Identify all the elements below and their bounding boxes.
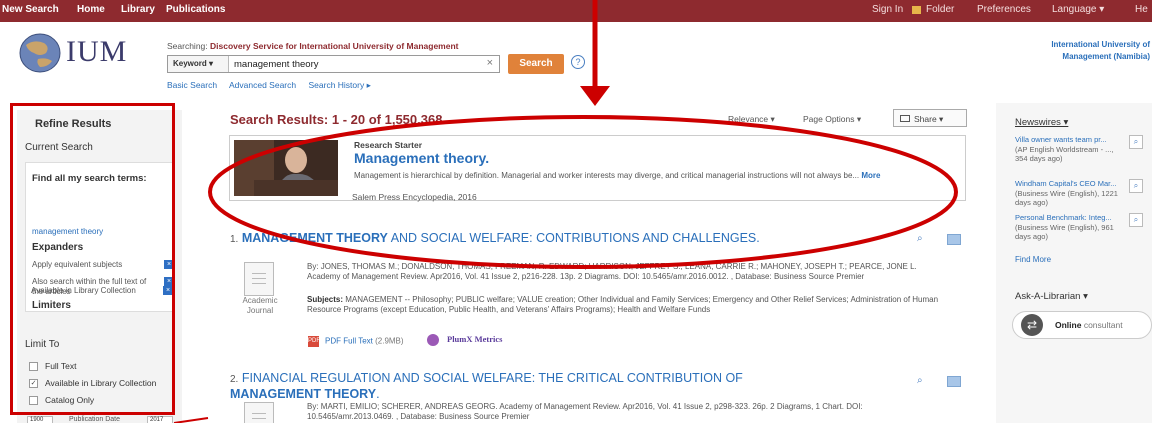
online-consultant-widget[interactable]: ⇄ Online consultant <box>1012 311 1152 339</box>
ium-logo[interactable]: IUM <box>18 31 150 75</box>
share-label: Share ▾ <box>914 114 944 124</box>
subjects-label: Subjects: <box>307 295 344 304</box>
search-input[interactable]: management theory <box>234 59 319 70</box>
publication-type-label: Academic Journal <box>242 296 278 315</box>
nav-language[interactable]: Language ▾ <box>1052 4 1104 15</box>
nav-folder[interactable]: Folder <box>926 4 954 15</box>
nav-home[interactable]: Home <box>77 4 105 15</box>
nav-library[interactable]: Library <box>121 4 155 15</box>
nav-new-search[interactable]: New Search <box>2 4 59 15</box>
result-number: 1. <box>230 234 239 245</box>
preview-icon[interactable]: ⌕ <box>1129 135 1143 149</box>
folder-icon <box>912 6 921 14</box>
news-item-meta: (AP English Worldstream - ..., 354 days … <box>1015 144 1114 164</box>
ask-a-librarian-heading[interactable]: Ask-A-Librarian ▾ <box>1015 291 1088 302</box>
nav-sign-in[interactable]: Sign In <box>872 4 903 15</box>
top-navigation-bar: New Search Home Library Publications Sig… <box>0 0 1152 22</box>
pdf-size: (2.9MB) <box>375 336 404 346</box>
research-starter-description: Management is hierarchical by definition… <box>354 170 954 181</box>
research-starter-label: Research Starter <box>354 140 423 150</box>
search-target[interactable]: Discovery Service for International Univ… <box>210 41 458 51</box>
preview-icon[interactable]: ⌕ <box>1129 213 1143 227</box>
subjects-text: MANAGEMENT -- Philosophy; PUBLIC welfare… <box>307 295 939 314</box>
preview-icon[interactable]: ⌕ <box>1129 179 1143 193</box>
starter-description-text: Management is hierarchical by definition… <box>354 171 860 180</box>
year-from-input[interactable]: 1900 <box>27 416 53 423</box>
result-title-text: AND SOCIAL WELFARE: CONTRIBUTIONS AND CH… <box>387 231 760 245</box>
find-more-link[interactable]: Find More <box>1015 255 1051 264</box>
news-item: Personal Benchmark: Integ... (Business W… <box>1015 213 1120 242</box>
document-thumbnail-icon[interactable] <box>244 402 274 423</box>
pdf-icon: PDF <box>308 336 320 347</box>
plumx-metrics-link[interactable]: PlumX Metrics <box>427 334 503 347</box>
help-icon[interactable]: ? <box>571 55 585 69</box>
search-sublinks: Basic Search Advanced Search Search Hist… <box>167 80 381 91</box>
publication-date-label: Publication Date <box>69 416 120 423</box>
relevance-sort[interactable]: Relevance ▾ <box>728 114 775 125</box>
year-to-input[interactable]: 2017 <box>147 416 173 423</box>
newswires-heading[interactable]: Newswires ▾ <box>1015 117 1068 128</box>
publication-date-row: 1900 Publication Date 2017 <box>27 416 177 423</box>
institution-line-2: Management (Namibia) <box>1062 52 1150 61</box>
research-starter-photo[interactable] <box>234 140 338 196</box>
logo-text: IUM <box>66 35 128 68</box>
research-starter-source: Salem Press Encyclopedia, 2016 <box>352 192 477 202</box>
result-title-highlight: MANAGEMENT THEORY <box>230 387 377 401</box>
searching-line: Searching: Discovery Service for Interna… <box>167 41 458 51</box>
online-label: Online <box>1055 320 1082 330</box>
add-to-folder-icon[interactable] <box>947 234 961 245</box>
share-button[interactable]: Share ▾ <box>893 109 967 127</box>
news-item-meta: (Business Wire (English), 961 days ago) <box>1015 222 1114 242</box>
result-title-1[interactable]: 1. MANAGEMENT THEORY AND SOCIAL WELFARE:… <box>230 231 810 247</box>
searching-label: Searching: <box>167 41 208 51</box>
basic-search-link[interactable]: Basic Search <box>167 80 217 90</box>
plumx-icon <box>427 334 439 347</box>
plumx-label: PlumX Metrics <box>447 334 503 344</box>
search-button[interactable]: Search <box>508 54 564 74</box>
search-history-link[interactable]: Search History ▸ <box>308 80 370 90</box>
news-item-title[interactable]: Windham Capital's CEO Mar... <box>1015 179 1116 188</box>
document-thumbnail-icon[interactable] <box>244 262 274 296</box>
search-field-select[interactable]: Keyword ▾ <box>168 56 229 72</box>
nav-preferences[interactable]: Preferences <box>977 4 1031 15</box>
result-byline: By: JONES, THOMAS M.; DONALDSON, THOMAS;… <box>307 262 917 281</box>
research-starter: Research Starter Management theory. Mana… <box>229 135 966 201</box>
advanced-search-link[interactable]: Advanced Search <box>229 80 296 90</box>
result-title-highlight: MANAGEMENT THEORY <box>241 231 388 245</box>
page-options-menu[interactable]: Page Options ▾ <box>803 114 861 125</box>
share-icon <box>900 115 910 122</box>
right-sidebar: Newswires ▾ Villa owner wants team pr...… <box>996 103 1152 423</box>
result-subjects: Subjects: MANAGEMENT -- Philosophy; PUBL… <box>307 295 947 315</box>
news-item: Windham Capital's CEO Mar... (Business W… <box>1015 179 1120 208</box>
search-box: Keyword ▾ management theory × <box>167 55 500 73</box>
annotation-arrowhead <box>580 86 610 106</box>
institution-line-1: International University of <box>1051 40 1150 49</box>
online-status: Online consultant <box>1055 320 1123 330</box>
preview-icon[interactable]: ⌕ <box>917 375 923 386</box>
result-byline: By: MARTI, EMILIO; SCHERER, ANDREAS GEOR… <box>307 402 863 421</box>
result-title-2[interactable]: 2. FINANCIAL REGULATION AND SOCIAL WELFA… <box>230 371 810 401</box>
research-starter-title[interactable]: Management theory. <box>354 150 489 166</box>
results-count-heading: Search Results: 1 - 20 of 1,550,368 <box>230 112 443 127</box>
news-item-title[interactable]: Personal Benchmark: Integ... <box>1015 213 1112 222</box>
chat-arrows-icon: ⇄ <box>1021 314 1043 336</box>
preview-icon[interactable]: ⌕ <box>917 233 923 244</box>
clear-icon[interactable]: × <box>487 57 493 69</box>
institution-name: International University of Management (… <box>1000 39 1152 63</box>
more-link[interactable]: More <box>861 171 880 180</box>
pdf-label: PDF Full Text <box>325 336 373 346</box>
consultant-label: consultant <box>1081 320 1123 330</box>
news-item: Villa owner wants team pr... (AP English… <box>1015 135 1120 164</box>
result-title-text: FINANCIAL REGULATION AND SOCIAL WELFARE:… <box>238 371 743 385</box>
add-to-folder-icon[interactable] <box>947 376 961 387</box>
nav-help[interactable]: He <box>1135 4 1148 15</box>
pdf-full-text-link[interactable]: PDF PDF Full Text (2.9MB) <box>308 336 404 347</box>
annotation-rectangle <box>10 103 175 415</box>
news-item-title[interactable]: Villa owner wants team pr... <box>1015 135 1107 144</box>
nav-publications[interactable]: Publications <box>166 4 225 15</box>
news-item-meta: (Business Wire (English), 1221 days ago) <box>1015 188 1118 208</box>
